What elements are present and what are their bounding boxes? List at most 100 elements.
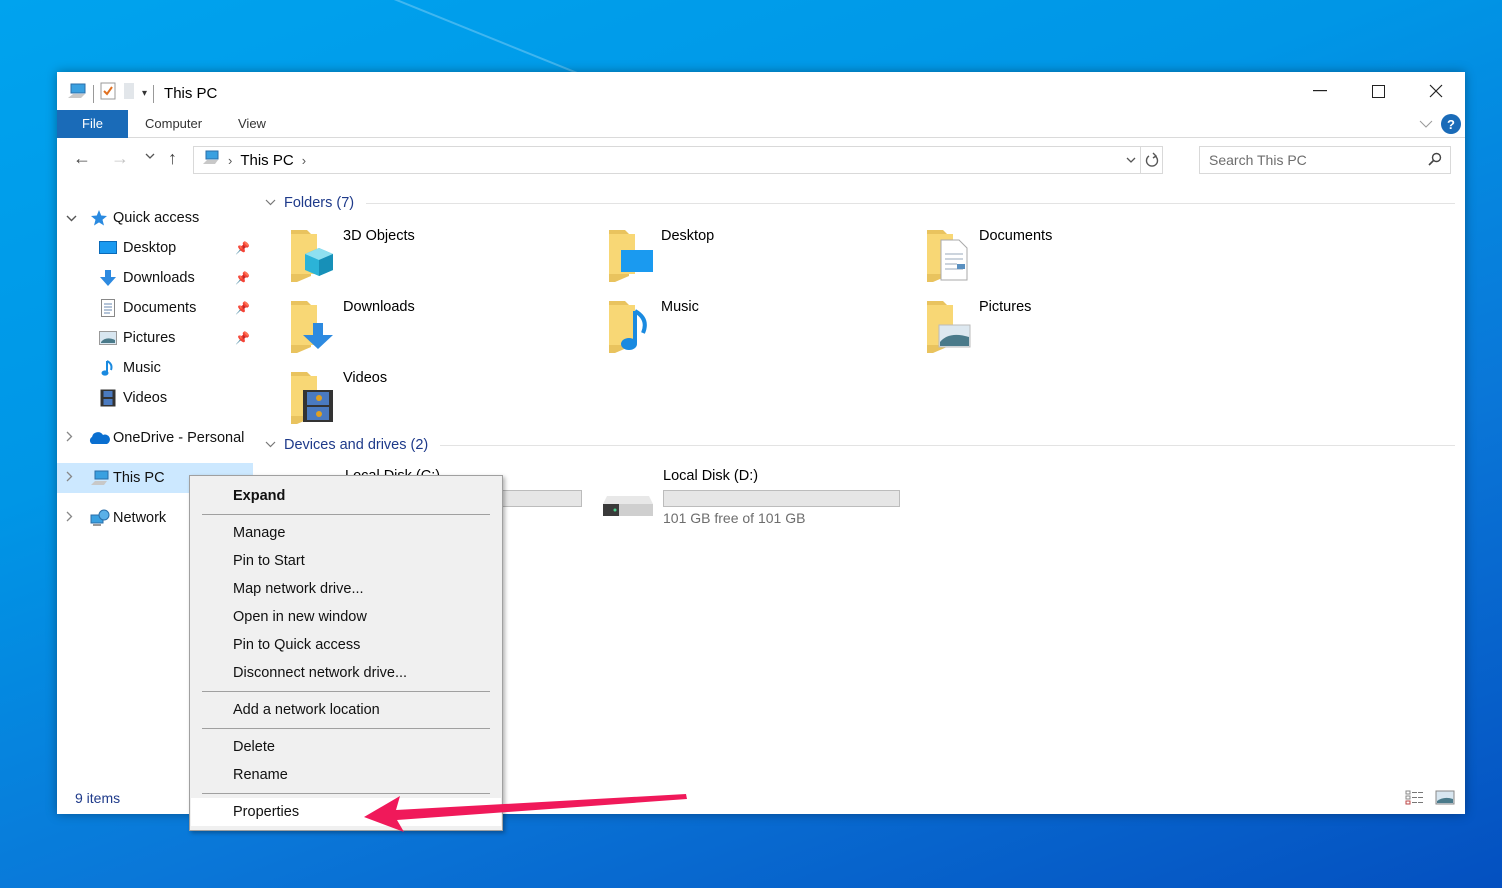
folder-desktop[interactable]: Desktop (579, 224, 879, 288)
tab-view[interactable]: View (220, 110, 284, 138)
hard-drive-icon (603, 496, 653, 516)
menu-item-rename[interactable]: Rename (191, 761, 501, 789)
this-pc-icon (202, 150, 220, 170)
drive-d[interactable]: Local Disk (D:) 101 GB free of 101 GB (601, 468, 911, 532)
back-button[interactable]: ← (73, 148, 91, 169)
title-bar: ▾ This PC (57, 72, 1465, 110)
properties-icon[interactable] (100, 82, 116, 105)
this-pc-icon (90, 469, 110, 487)
pin-icon: 📌 (235, 301, 250, 315)
chevron-down-icon (1126, 157, 1136, 163)
sidebar-item-pictures[interactable]: Pictures 📌 (57, 323, 253, 353)
chevron-right-icon[interactable] (66, 431, 73, 445)
chevron-down-icon[interactable] (265, 197, 276, 209)
desktop-icon (609, 230, 653, 282)
forward-button[interactable]: → (111, 148, 129, 169)
desktop-icon (99, 239, 117, 257)
large-icons-view-button[interactable] (1435, 790, 1455, 811)
close-button[interactable] (1407, 72, 1465, 110)
breadcrumb-separator[interactable]: › (228, 153, 232, 168)
pin-icon: 📌 (235, 331, 250, 345)
large-icons-view-icon (1435, 790, 1455, 805)
search-placeholder: Search This PC (1209, 152, 1307, 168)
address-bar[interactable]: › This PC › (193, 146, 1163, 174)
folder-videos[interactable]: Videos (261, 366, 561, 430)
folder-3d-objects[interactable]: 3D Objects (261, 224, 561, 288)
sidebar-item-onedrive[interactable]: OneDrive - Personal (57, 423, 253, 453)
expand-ribbon-button[interactable] (1419, 117, 1433, 131)
toolbar-separator (93, 84, 94, 103)
menu-separator (202, 514, 490, 515)
pictures-icon (99, 329, 117, 347)
toolbar-separator (153, 84, 155, 103)
videos-icon (99, 389, 117, 407)
menu-item-add-network-location[interactable]: Add a network location (191, 696, 501, 724)
videos-icon (291, 372, 333, 424)
menu-item-delete[interactable]: Delete (191, 733, 501, 761)
help-button[interactable]: ? (1441, 114, 1461, 134)
window-controls (1291, 72, 1465, 110)
group-divider (366, 202, 1455, 204)
view-switcher (1405, 790, 1455, 811)
sidebar-item-quick-access[interactable]: Quick access (57, 203, 253, 233)
sidebar-item-music[interactable]: Music (57, 353, 253, 383)
annotation-arrow-icon (364, 794, 687, 832)
chevron-down-icon (1419, 120, 1433, 128)
menu-item-pin-to-quick-access[interactable]: Pin to Quick access (191, 631, 501, 659)
maximize-icon (1371, 84, 1385, 98)
navigation-bar: ← → ↑ › This PC › Search This PC (57, 144, 1465, 176)
recent-locations-button[interactable] (145, 148, 155, 163)
search-input[interactable]: Search This PC (1199, 146, 1451, 174)
folder-downloads[interactable]: Downloads (261, 295, 561, 359)
window-title: This PC (164, 85, 218, 102)
menu-item-expand[interactable]: Expand (191, 482, 501, 510)
chevron-down-icon[interactable] (265, 439, 276, 451)
music-icon (609, 301, 647, 353)
refresh-button[interactable] (1140, 147, 1162, 173)
chevron-down-icon (145, 153, 155, 159)
drive-usage-bar (663, 490, 900, 507)
chevron-right-icon[interactable] (66, 511, 73, 525)
details-view-button[interactable] (1405, 790, 1425, 811)
folder-documents[interactable]: Documents (897, 224, 1197, 288)
folders-group-header[interactable]: Folders (7) (265, 195, 1455, 211)
breadcrumb-this-pc[interactable]: This PC (240, 152, 293, 169)
menu-separator (202, 728, 490, 729)
folder-music[interactable]: Music (579, 295, 879, 359)
up-button[interactable]: ↑ (168, 148, 177, 169)
group-divider (440, 444, 1455, 446)
music-icon (99, 359, 117, 377)
search-icon (1428, 152, 1442, 169)
sidebar-item-videos[interactable]: Videos (57, 383, 253, 413)
chevron-down-icon[interactable] (66, 211, 77, 225)
tab-file[interactable]: File (57, 110, 128, 138)
menu-item-manage[interactable]: Manage (191, 519, 501, 547)
menu-item-open-in-new-window[interactable]: Open in new window (191, 603, 501, 631)
network-icon (90, 509, 110, 527)
menu-item-disconnect-network-drive[interactable]: Disconnect network drive... (191, 659, 501, 687)
maximize-button[interactable] (1349, 72, 1407, 110)
sidebar-item-desktop[interactable]: Desktop 📌 (57, 233, 253, 263)
documents-icon (927, 230, 968, 282)
close-icon (1429, 84, 1443, 98)
documents-icon (99, 299, 117, 317)
drives-group-header[interactable]: Devices and drives (2) (265, 437, 1455, 453)
this-pc-icon (67, 82, 87, 105)
onedrive-cloud-icon (88, 429, 110, 447)
details-view-icon (1405, 790, 1424, 805)
folder-pictures[interactable]: Pictures (897, 295, 1197, 359)
chevron-right-icon[interactable] (66, 471, 73, 485)
new-folder-icon[interactable] (122, 82, 136, 105)
quick-access-star-icon (90, 209, 108, 227)
sidebar-item-documents[interactable]: Documents 📌 (57, 293, 253, 323)
menu-item-pin-to-start[interactable]: Pin to Start (191, 547, 501, 575)
pictures-icon (927, 301, 971, 353)
sidebar-item-downloads[interactable]: Downloads 📌 (57, 263, 253, 293)
refresh-icon (1145, 152, 1158, 167)
breadcrumb-separator[interactable]: › (302, 153, 306, 168)
minimize-button[interactable] (1291, 72, 1349, 110)
tab-computer[interactable]: Computer (127, 110, 220, 138)
menu-item-map-network-drive[interactable]: Map network drive... (191, 575, 501, 603)
address-history-dropdown[interactable] (1122, 153, 1140, 167)
customize-toolbar-icon[interactable]: ▾ (142, 88, 147, 99)
